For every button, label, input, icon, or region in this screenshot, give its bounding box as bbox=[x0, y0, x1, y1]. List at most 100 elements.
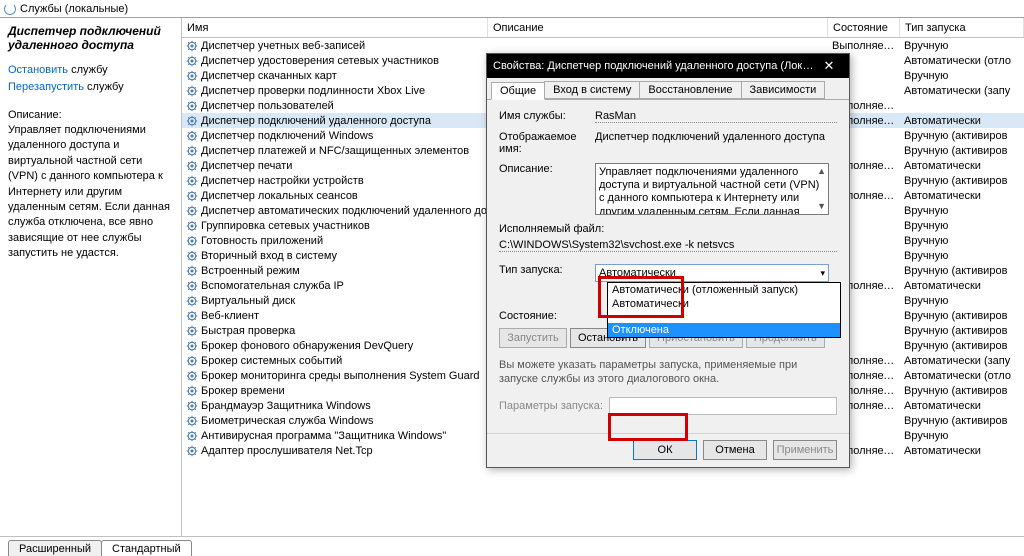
restart-link[interactable]: Перезапустить bbox=[8, 81, 84, 93]
svc-name: Диспетчер подключений Windows bbox=[201, 130, 373, 142]
close-icon[interactable]: ✕ bbox=[815, 57, 843, 75]
params-input[interactable] bbox=[609, 397, 837, 415]
gear-icon bbox=[186, 175, 198, 187]
gear-icon bbox=[186, 70, 198, 82]
gear-icon bbox=[186, 370, 198, 382]
titlebar: Службы (локальные) bbox=[0, 0, 1024, 18]
svc-name: Диспетчер скачанных карт bbox=[201, 70, 337, 82]
svc-name: Диспетчер удостоверения сетевых участник… bbox=[201, 55, 439, 67]
start-type-label: Тип запуска: bbox=[499, 264, 595, 282]
stop-link[interactable]: Остановить bbox=[8, 64, 68, 76]
gear-icon bbox=[186, 130, 198, 142]
col-state[interactable]: Состояние bbox=[828, 18, 900, 37]
svc-name: Диспетчер настройки устройств bbox=[201, 175, 364, 187]
gear-icon bbox=[186, 445, 198, 457]
start-type-select[interactable]: Автоматически ▾ bbox=[595, 264, 829, 282]
dd-opt-manual[interactable] bbox=[608, 311, 840, 323]
gear-icon bbox=[186, 235, 198, 247]
table-row[interactable]: Диспетчер учетных веб-записейВыполняется… bbox=[182, 38, 1024, 53]
apply-button[interactable]: Применить bbox=[773, 440, 837, 460]
panel-title: Службы (локальные) bbox=[20, 3, 128, 15]
ok-button[interactable]: ОК bbox=[633, 440, 697, 460]
gear-icon bbox=[186, 115, 198, 127]
col-start[interactable]: Тип запуска bbox=[900, 18, 1024, 37]
gear-icon bbox=[186, 340, 198, 352]
gear-icon bbox=[186, 310, 198, 322]
gear-icon bbox=[186, 265, 198, 277]
gear-icon bbox=[186, 205, 198, 217]
tab-logon[interactable]: Вход в систему bbox=[544, 81, 640, 99]
svc-name: Брокер мониторинга среды выполнения Syst… bbox=[201, 370, 480, 382]
svc-name: Виртуальный диск bbox=[201, 295, 295, 307]
desc-value[interactable]: Управляет подключениями удаленного досту… bbox=[595, 163, 829, 215]
desc-text: Управляет подключениями удаленного досту… bbox=[8, 123, 173, 262]
svc-name: Диспетчер печати bbox=[201, 160, 292, 172]
exe-path: C:\WINDOWS\System32\svchost.exe -k netsv… bbox=[499, 239, 837, 252]
svc-name: Готовность приложений bbox=[201, 235, 323, 247]
col-name[interactable]: Имя bbox=[182, 18, 488, 37]
svc-name: Брокер системных событий bbox=[201, 355, 342, 367]
params-label: Параметры запуска: bbox=[499, 400, 603, 412]
gear-icon bbox=[186, 145, 198, 157]
details-pane: Диспетчер подключений удаленного доступа… bbox=[0, 18, 182, 536]
col-desc[interactable]: Описание bbox=[488, 18, 828, 37]
gear-icon bbox=[186, 430, 198, 442]
gear-icon bbox=[186, 85, 198, 97]
tab-recovery[interactable]: Восстановление bbox=[639, 81, 741, 99]
svc-name: Диспетчер проверки подлинности Xbox Live bbox=[201, 85, 425, 97]
dialog-titlebar[interactable]: Свойства: Диспетчер подключений удаленно… bbox=[487, 54, 849, 78]
gear-icon bbox=[186, 220, 198, 232]
svc-name-label: Имя службы: bbox=[499, 110, 595, 123]
svc-name: Группировка сетевых участников bbox=[201, 220, 370, 232]
bottom-tabs: Расширенный Стандартный bbox=[0, 536, 1024, 556]
gear-icon bbox=[186, 415, 198, 427]
desc-label: Описание: bbox=[499, 163, 595, 215]
start-button: Запустить bbox=[499, 328, 567, 348]
svc-name: Диспетчер учетных веб-записей bbox=[201, 40, 365, 52]
dd-opt-delayed[interactable]: Автоматически (отложенный запуск) bbox=[608, 283, 840, 297]
state-label: Состояние: bbox=[499, 310, 595, 322]
desc-heading: Описание: bbox=[8, 109, 173, 121]
svc-name: Встроенный режим bbox=[201, 265, 300, 277]
gear-icon bbox=[186, 160, 198, 172]
dd-opt-disabled[interactable]: Отключена bbox=[608, 323, 840, 337]
cancel-button[interactable]: Отмена bbox=[703, 440, 767, 460]
chevron-down-icon: ▾ bbox=[820, 268, 825, 279]
svc-name: Антивирусная программа "Защитника Window… bbox=[201, 430, 446, 442]
exe-label: Исполняемый файл: bbox=[499, 223, 837, 235]
gear-icon bbox=[186, 385, 198, 397]
scroll-down-icon[interactable]: ▼ bbox=[817, 201, 826, 212]
gear-icon bbox=[186, 355, 198, 367]
gear-icon bbox=[186, 55, 198, 67]
svc-name: Диспетчер автоматических подключений уда… bbox=[201, 205, 488, 217]
dd-opt-auto[interactable]: Автоматически bbox=[608, 297, 840, 311]
tab-general[interactable]: Общие bbox=[491, 82, 545, 100]
svc-name: Веб-клиент bbox=[201, 310, 259, 322]
svc-name: Вторичный вход в систему bbox=[201, 250, 337, 262]
svc-name: Брокер фонового обнаружения DevQuery bbox=[201, 340, 413, 352]
gear-icon bbox=[186, 250, 198, 262]
gear-icon bbox=[186, 295, 198, 307]
selected-service-name: Диспетчер подключений удаленного доступа bbox=[8, 24, 173, 52]
svc-name: Быстрая проверка bbox=[201, 325, 295, 337]
column-headers: Имя Описание Состояние Тип запуска bbox=[182, 18, 1024, 38]
svc-name: Вспомогательная служба IP bbox=[201, 280, 344, 292]
gear-icon bbox=[186, 190, 198, 202]
svc-name: Диспетчер пользователей bbox=[201, 100, 334, 112]
refresh-icon bbox=[4, 3, 16, 15]
display-name-label: Отображаемое имя: bbox=[499, 131, 595, 155]
gear-icon bbox=[186, 40, 198, 52]
start-type-dropdown[interactable]: Автоматически (отложенный запуск) Автома… bbox=[607, 282, 841, 338]
svc-name: Диспетчер платежей и NFC/защищенных элем… bbox=[201, 145, 469, 157]
scroll-up-icon[interactable]: ▲ bbox=[817, 166, 826, 177]
svc-name: Диспетчер подключений удаленного доступа bbox=[201, 115, 431, 127]
display-name-value: Диспетчер подключений удаленного доступа bbox=[595, 131, 837, 155]
svc-name: Брандмауэр Защитника Windows bbox=[201, 400, 371, 412]
svc-name: Адаптер прослушивателя Net.Tcp bbox=[201, 445, 373, 457]
gear-icon bbox=[186, 100, 198, 112]
tab-standard[interactable]: Стандартный bbox=[101, 540, 192, 556]
tab-extended[interactable]: Расширенный bbox=[8, 540, 102, 556]
tab-deps[interactable]: Зависимости bbox=[741, 81, 826, 99]
params-hint: Вы можете указать параметры запуска, при… bbox=[499, 358, 837, 387]
properties-dialog: Свойства: Диспетчер подключений удаленно… bbox=[486, 53, 850, 468]
